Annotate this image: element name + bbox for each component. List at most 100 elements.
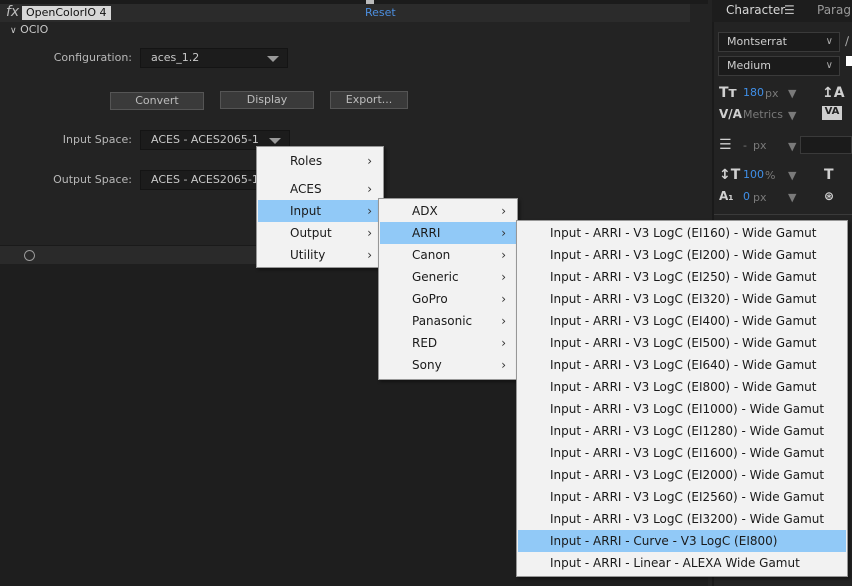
- baseline-shift-unit: px: [753, 191, 767, 204]
- eyedropper-icon[interactable]: ∕: [845, 34, 849, 48]
- menu-item-label: Input - ARRI - V3 LogC (EI160) - Wide Ga…: [550, 226, 817, 240]
- ocio-group-toggle[interactable]: ∨ OCIO: [10, 23, 48, 36]
- menu-item-label: Generic: [412, 270, 459, 284]
- stopwatch-icon[interactable]: [24, 250, 35, 261]
- leading-value[interactable]: Metrics: [743, 108, 783, 121]
- menu-item[interactable]: Input - ARRI - V3 LogC (EI1280) - Wide G…: [518, 420, 846, 442]
- chevron-right-icon: ›: [367, 226, 372, 240]
- submenu-level1: Roles › ACES › Input › Output › Utility ›: [256, 146, 384, 268]
- display-button[interactable]: Display: [220, 91, 314, 109]
- tab-character[interactable]: Character: [726, 3, 785, 17]
- menu-item[interactable]: ACES ›: [258, 178, 382, 200]
- menu-item[interactable]: GoPro ›: [380, 288, 516, 310]
- chevron-right-icon: ›: [367, 248, 372, 262]
- vertical-scale-unit: %: [765, 169, 776, 182]
- menu-item[interactable]: Utility ›: [258, 244, 382, 266]
- reset-link[interactable]: Reset: [365, 6, 396, 19]
- convert-button[interactable]: Convert: [110, 92, 204, 110]
- chevron-down-icon[interactable]: ▼: [788, 87, 796, 100]
- chevron-right-icon: ›: [501, 248, 506, 262]
- menu-item[interactable]: Input - ARRI - V3 LogC (EI160) - Wide Ga…: [518, 222, 846, 244]
- font-size-value[interactable]: 180: [743, 86, 764, 99]
- dropdown-arrow-icon: [269, 138, 281, 144]
- tsume-icon: ⊛: [824, 189, 835, 203]
- tracking-icon: VA: [822, 106, 842, 120]
- menu-item[interactable]: RED ›: [380, 332, 516, 354]
- menu-item[interactable]: Input ›: [258, 200, 382, 222]
- menu-item[interactable]: Output ›: [258, 222, 382, 244]
- menu-item[interactable]: ADX ›: [380, 200, 516, 222]
- tab-paragraph[interactable]: Paragra: [817, 3, 852, 17]
- menu-item-label: Sony: [412, 358, 442, 372]
- configuration-value: aces_1.2: [151, 51, 200, 64]
- menu-item[interactable]: Input - ARRI - V3 LogC (EI1600) - Wide G…: [518, 442, 846, 464]
- menu-item[interactable]: Input - ARRI - V3 LogC (EI320) - Wide Ga…: [518, 288, 846, 310]
- fx-icon[interactable]: fx: [6, 4, 19, 20]
- kerning-icon: V/A: [719, 107, 742, 121]
- menu-item[interactable]: Input - ARRI - Curve - V3 LogC (EI800): [518, 530, 846, 552]
- menu-item[interactable]: Panasonic ›: [380, 310, 516, 332]
- menu-item[interactable]: Input - ARRI - V3 LogC (EI3200) - Wide G…: [518, 508, 846, 530]
- configuration-dropdown[interactable]: aces_1.2: [140, 48, 288, 68]
- menu-item[interactable]: Input - ARRI - V3 LogC (EI400) - Wide Ga…: [518, 310, 846, 332]
- panel-menu-icon[interactable]: ☰: [784, 3, 795, 17]
- effect-name-label[interactable]: OpenColorIO 4: [22, 6, 111, 20]
- menu-item-label: ACES: [290, 182, 322, 196]
- menu-item[interactable]: Input - ARRI - V3 LogC (EI640) - Wide Ga…: [518, 354, 846, 376]
- menu-item[interactable]: Input - ARRI - V3 LogC (EI250) - Wide Ga…: [518, 266, 846, 288]
- menu-item-label: Input - ARRI - Linear - ALEXA Wide Gamut: [550, 556, 800, 570]
- menu-item[interactable]: Generic ›: [380, 266, 516, 288]
- font-family-dropdown[interactable]: Montserrat ∨: [718, 32, 840, 52]
- menu-item[interactable]: Sony ›: [380, 354, 516, 376]
- menu-item-label: Input - ARRI - V3 LogC (EI500) - Wide Ga…: [550, 336, 817, 350]
- menu-item-label: Panasonic: [412, 314, 473, 328]
- menu-item[interactable]: Input - ARRI - V3 LogC (EI800) - Wide Ga…: [518, 376, 846, 398]
- stroke-width-value[interactable]: -: [743, 139, 747, 152]
- menu-item[interactable]: Input - ARRI - V3 LogC (EI500) - Wide Ga…: [518, 332, 846, 354]
- output-space-label: Output Space:: [53, 173, 132, 186]
- menu-item-label: Input - ARRI - V3 LogC (EI2000) - Wide G…: [550, 468, 825, 482]
- font-style-dropdown[interactable]: Medium ∨: [718, 56, 840, 76]
- menu-item-label: Canon: [412, 248, 451, 262]
- vertical-scale-value[interactable]: 100: [743, 168, 764, 181]
- chevron-right-icon: ›: [501, 204, 506, 218]
- menu-item[interactable]: Input - ARRI - V3 LogC (EI2560) - Wide G…: [518, 486, 846, 508]
- menu-item-label: ARRI: [412, 226, 441, 240]
- menu-item[interactable]: Input - ARRI - V3 LogC (EI200) - Wide Ga…: [518, 244, 846, 266]
- stroke-style-dropdown[interactable]: [800, 136, 852, 154]
- chevron-right-icon: ›: [367, 204, 372, 218]
- export-button[interactable]: Export...: [330, 91, 408, 109]
- font-style-value: Medium: [727, 59, 771, 72]
- configuration-label: Configuration:: [53, 51, 132, 64]
- menu-item-label: Input - ARRI - V3 LogC (EI320) - Wide Ga…: [550, 292, 817, 306]
- chevron-down-icon: ∨: [825, 36, 833, 47]
- chevron-down-icon[interactable]: ▼: [788, 109, 796, 122]
- chevron-right-icon: ›: [501, 336, 506, 350]
- chevron-down-icon[interactable]: ▼: [788, 191, 796, 204]
- chevron-down-icon[interactable]: ▼: [788, 140, 796, 153]
- chevron-down-icon[interactable]: ▼: [788, 169, 796, 182]
- menu-item-label: Input - ARRI - V3 LogC (EI3200) - Wide G…: [550, 512, 825, 526]
- fill-color-swatch[interactable]: [846, 56, 852, 66]
- menu-item-label: Input: [290, 204, 322, 218]
- baseline-shift-value[interactable]: 0: [743, 190, 750, 203]
- menu-item-label: Utility: [290, 248, 326, 262]
- dropdown-arrow-icon: [267, 56, 279, 62]
- menu-item-label: GoPro: [412, 292, 448, 306]
- menu-item[interactable]: ARRI ›: [380, 222, 516, 244]
- menu-item[interactable]: Roles ›: [258, 150, 382, 172]
- leading-icon: ↥A: [822, 85, 845, 101]
- chevron-right-icon: ›: [501, 292, 506, 306]
- chevron-right-icon: ›: [367, 182, 372, 196]
- chevron-down-icon: ∨: [825, 60, 833, 71]
- font-size-unit: px: [765, 87, 779, 100]
- menu-item-label: Input - ARRI - V3 LogC (EI1600) - Wide G…: [550, 446, 825, 460]
- menu-item[interactable]: Input - ARRI - V3 LogC (EI2000) - Wide G…: [518, 464, 846, 486]
- font-family-value: Montserrat: [727, 35, 787, 48]
- menu-item-label: Input - ARRI - V3 LogC (EI250) - Wide Ga…: [550, 270, 817, 284]
- menu-item[interactable]: Input - ARRI - Linear - ALEXA Wide Gamut: [518, 552, 846, 574]
- menu-item[interactable]: Input - ARRI - V3 LogC (EI1000) - Wide G…: [518, 398, 846, 420]
- font-size-icon: Tт: [719, 85, 737, 101]
- menu-item-label: Input - ARRI - V3 LogC (EI2560) - Wide G…: [550, 490, 825, 504]
- menu-item[interactable]: Canon ›: [380, 244, 516, 266]
